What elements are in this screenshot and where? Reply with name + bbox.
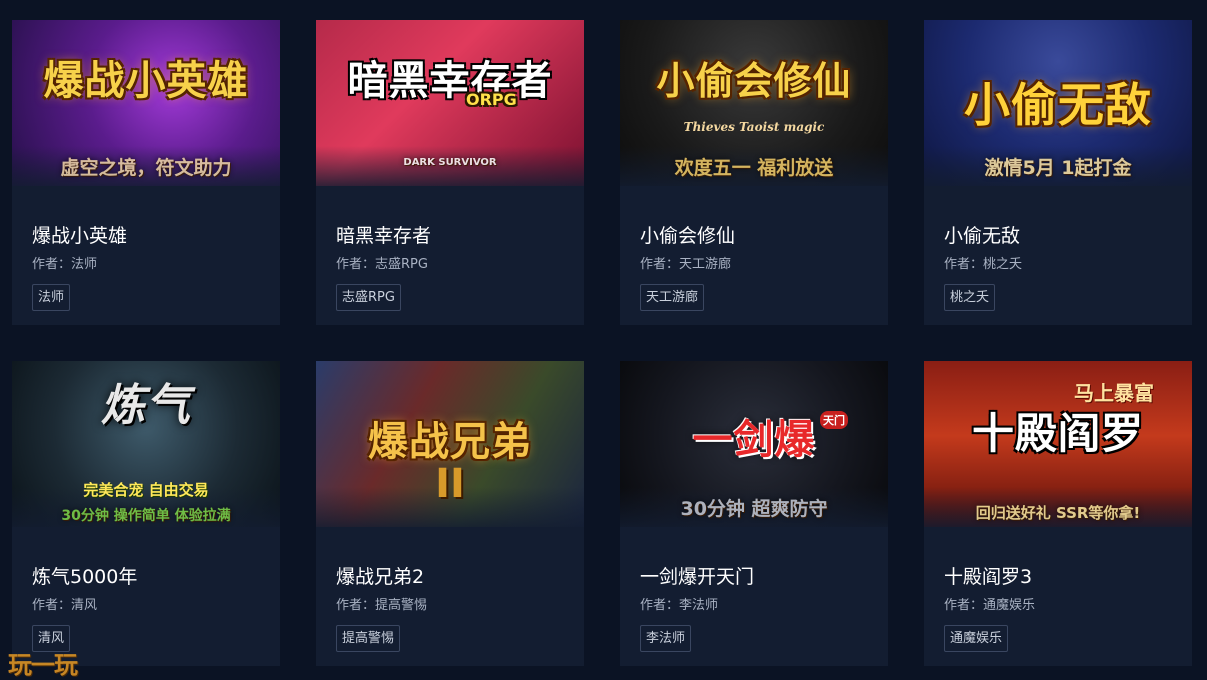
cover-title: 十殿阎罗 <box>971 409 1144 458</box>
game-cover-image[interactable]: 暗黑幸存者 ORPG DARK SURVIVOR <box>316 20 584 186</box>
author-tag[interactable]: 志盛RPG <box>336 284 401 311</box>
author-tag[interactable]: 法师 <box>32 284 71 311</box>
author-tag[interactable]: 提高警惕 <box>336 625 401 652</box>
author-prefix: 作者： <box>944 257 984 272</box>
game-card[interactable]: 十殿阎罗 马上暴富 回归送好礼 SSR等你拿! 十殿阎罗3 作者：通魔娱乐 通魔… <box>924 361 1192 666</box>
game-title[interactable]: 爆战兄弟2 <box>336 565 564 589</box>
author-tag[interactable]: 桃之夭 <box>944 284 996 311</box>
author-prefix: 作者： <box>336 257 376 272</box>
game-card[interactable]: 炼气 完美合宠 自由交易 30分钟 操作简单 体验拉满 炼气5000年 作者：清… <box>12 361 280 666</box>
game-cover-image[interactable]: 爆战兄弟 II <box>316 361 584 527</box>
game-author: 作者：通魔娱乐 <box>944 598 1172 614</box>
game-card[interactable]: 小偷无敌 激情5月 1起打金 小偷无敌 作者：桃之夭 桃之夭 <box>924 20 1192 325</box>
game-cover-image[interactable]: 一剑爆 天门 30分钟 超爽防守 <box>620 361 888 527</box>
game-author: 作者：桃之夭 <box>944 257 1172 273</box>
game-cover-image[interactable]: 爆战小英雄 虚空之境，符文助力 <box>12 20 280 186</box>
author-prefix: 作者： <box>32 257 72 272</box>
author-prefix: 作者： <box>32 598 72 613</box>
game-title[interactable]: 小偷会修仙 <box>640 224 868 248</box>
game-title[interactable]: 炼气5000年 <box>32 565 260 589</box>
game-info: 爆战小英雄 作者：法师 法师 <box>12 224 280 311</box>
cover-title: 炼气 <box>101 380 191 431</box>
game-title[interactable]: 一剑爆开天门 <box>640 565 868 589</box>
author-prefix: 作者： <box>640 257 680 272</box>
author-name: 天工游廊 <box>679 257 732 272</box>
game-author: 作者：志盛RPG <box>336 257 564 273</box>
game-card[interactable]: 一剑爆 天门 30分钟 超爽防守 一剑爆开天门 作者：李法师 李法师 <box>620 361 888 666</box>
cover-badge: 天门 <box>820 411 848 429</box>
game-author: 作者：法师 <box>32 257 260 273</box>
game-card[interactable]: 暗黑幸存者 ORPG DARK SURVIVOR 暗黑幸存者 作者：志盛RPG … <box>316 20 584 325</box>
cover-title: 小偷会修仙 <box>656 59 852 103</box>
game-info: 一剑爆开天门 作者：李法师 李法师 <box>620 565 888 652</box>
cover-title: 暗黑幸存者 <box>347 58 553 104</box>
game-info: 炼气5000年 作者：清风 清风 <box>12 565 280 652</box>
author-tag[interactable]: 通魔娱乐 <box>944 625 1009 652</box>
author-name: 提高警惕 <box>375 598 428 613</box>
game-card[interactable]: 爆战兄弟 II 爆战兄弟2 作者：提高警惕 提高警惕 <box>316 361 584 666</box>
author-name: 法师 <box>71 257 98 272</box>
author-name: 通魔娱乐 <box>983 598 1036 613</box>
game-info: 爆战兄弟2 作者：提高警惕 提高警惕 <box>316 565 584 652</box>
cover-subtitle: 回归送好礼 SSR等你拿! <box>975 504 1141 522</box>
cover-badge: 完美合宠 自由交易 <box>83 481 209 499</box>
cover-subtitle: 30分钟 超爽防守 <box>680 498 828 520</box>
game-info: 十殿阎罗3 作者：通魔娱乐 通魔娱乐 <box>924 565 1192 652</box>
cover-badge: 马上暴富 <box>1074 381 1154 405</box>
game-title[interactable]: 小偷无敌 <box>944 224 1172 248</box>
game-info: 小偷无敌 作者：桃之夭 桃之夭 <box>924 224 1192 311</box>
cover-title: 爆战小英雄 <box>43 58 249 104</box>
author-tag[interactable]: 李法师 <box>640 625 692 652</box>
game-title[interactable]: 暗黑幸存者 <box>336 224 564 248</box>
cover-subtitle: 欢度五一 福利放送 <box>674 157 834 179</box>
cover-badge: ORPG <box>466 90 517 109</box>
game-info: 小偷会修仙 作者：天工游廊 天工游廊 <box>620 224 888 311</box>
author-prefix: 作者： <box>336 598 376 613</box>
game-info: 暗黑幸存者 作者：志盛RPG 志盛RPG <box>316 224 584 311</box>
author-name: 李法师 <box>679 598 719 613</box>
cover-title: 小偷无敌 <box>964 78 1152 132</box>
game-cover-image[interactable]: 小偷会修仙 Thieves Taoist magic 欢度五一 福利放送 <box>620 20 888 186</box>
author-name: 志盛RPG <box>375 257 428 272</box>
game-cover-image[interactable]: 炼气 完美合宠 自由交易 30分钟 操作简单 体验拉满 <box>12 361 280 527</box>
game-title[interactable]: 爆战小英雄 <box>32 224 260 248</box>
author-name: 清风 <box>71 598 98 613</box>
cover-badge: II <box>435 461 465 507</box>
game-title[interactable]: 十殿阎罗3 <box>944 565 1172 589</box>
cover-subtitle: 激情5月 1起打金 <box>984 157 1132 179</box>
cover-badge: Thieves Taoist magic <box>683 120 825 134</box>
cover-title: 一剑爆 <box>692 417 816 463</box>
game-grid: 爆战小英雄 虚空之境，符文助力 爆战小英雄 作者：法师 法师 暗黑幸存者 ORP… <box>12 20 1192 666</box>
game-card[interactable]: 小偷会修仙 Thieves Taoist magic 欢度五一 福利放送 小偷会… <box>620 20 888 325</box>
site-watermark-logo: 玩一玩 <box>8 651 78 679</box>
cover-subtitle: 虚空之境，符文助力 <box>60 157 232 179</box>
game-author: 作者：天工游廊 <box>640 257 868 273</box>
cover-title: 爆战兄弟 <box>368 419 532 465</box>
game-card[interactable]: 爆战小英雄 虚空之境，符文助力 爆战小英雄 作者：法师 法师 <box>12 20 280 325</box>
author-name: 桃之夭 <box>983 257 1023 272</box>
author-prefix: 作者： <box>944 598 984 613</box>
game-cover-image[interactable]: 小偷无敌 激情5月 1起打金 <box>924 20 1192 186</box>
game-author: 作者：李法师 <box>640 598 868 614</box>
author-prefix: 作者： <box>640 598 680 613</box>
author-tag[interactable]: 天工游廊 <box>640 284 705 311</box>
cover-subtitle: DARK SURVIVOR <box>403 157 497 168</box>
cover-subtitle: 30分钟 操作简单 体验拉满 <box>61 508 231 524</box>
game-author: 作者：清风 <box>32 598 260 614</box>
game-cover-image[interactable]: 十殿阎罗 马上暴富 回归送好礼 SSR等你拿! <box>924 361 1192 527</box>
game-author: 作者：提高警惕 <box>336 598 564 614</box>
